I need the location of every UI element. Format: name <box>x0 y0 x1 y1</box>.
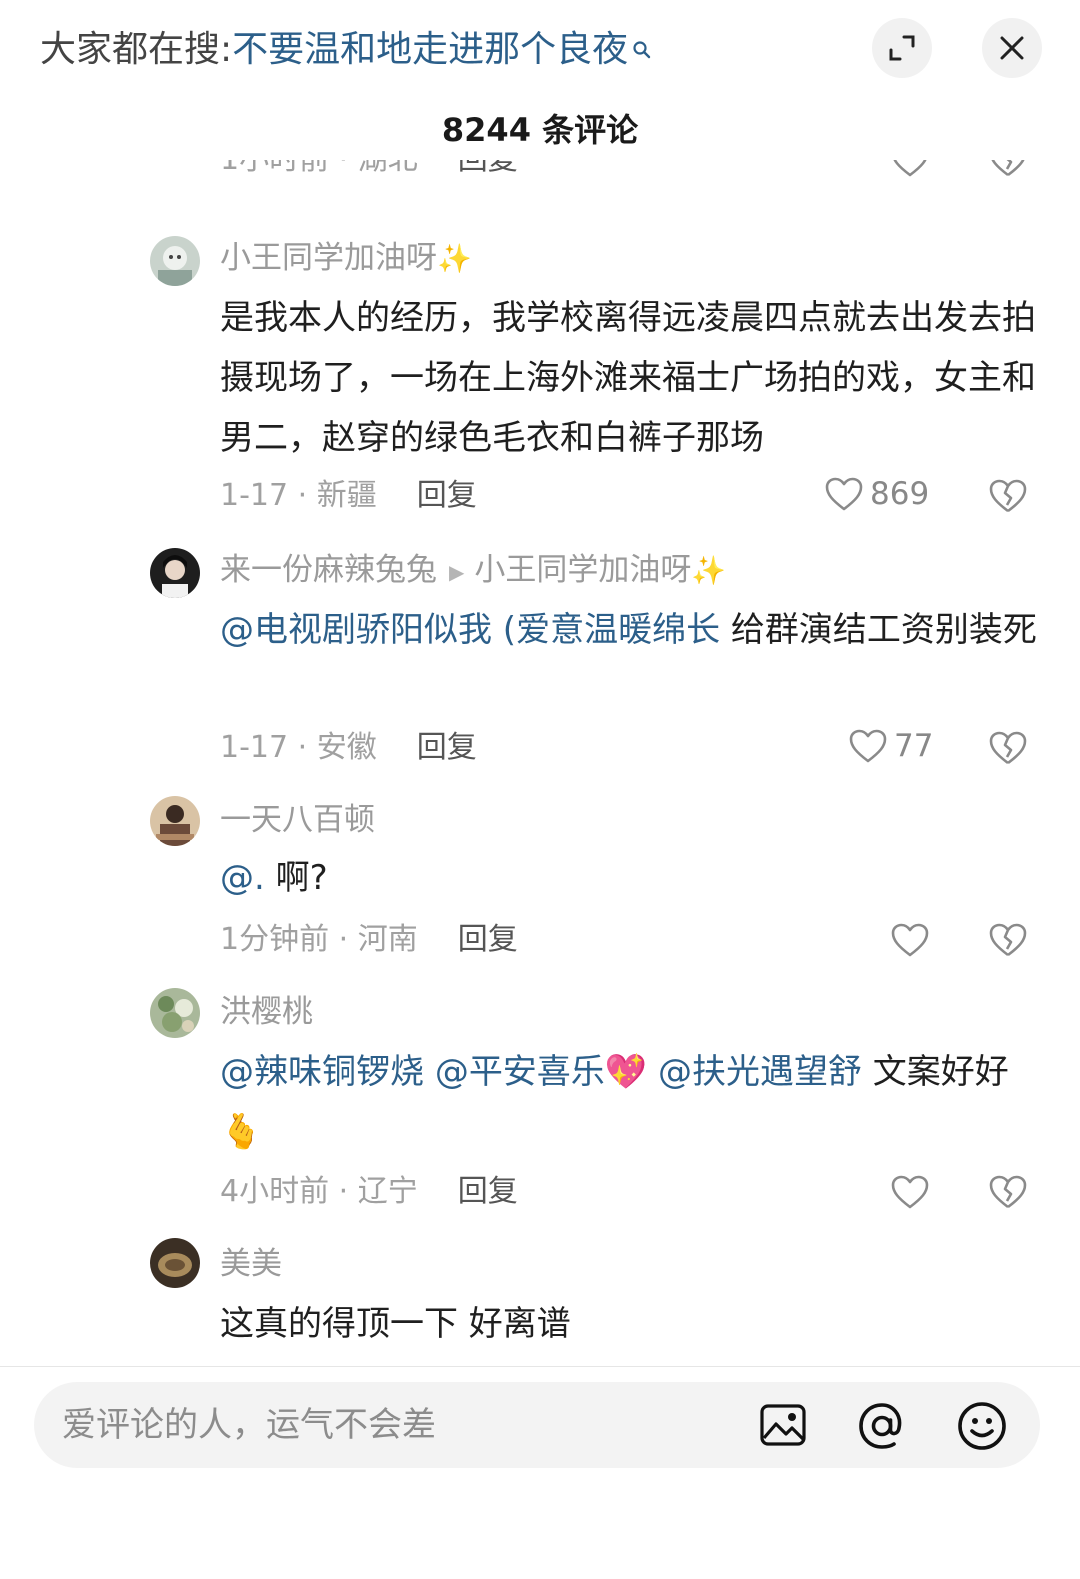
author-name: 一天八百顿 <box>220 802 375 838</box>
mention-link[interactable]: @辣味铜锣烧 <box>220 1052 424 1092</box>
reply-button[interactable]: 回复 <box>458 922 518 957</box>
close-button[interactable] <box>982 18 1042 78</box>
emoji-button[interactable] <box>956 1400 1008 1456</box>
comment-count-title: 8244 条评论 <box>441 111 639 149</box>
like-count: 77 <box>894 728 934 764</box>
mention-button[interactable] <box>856 1400 908 1456</box>
heart-outline-icon <box>893 160 927 177</box>
heart-outline-icon <box>891 1175 929 1209</box>
dislike-button[interactable] <box>988 922 1028 962</box>
finger-heart-emoji: 🫰 <box>220 1112 263 1152</box>
broken-heart-icon <box>989 479 1027 513</box>
bottom-safe-area <box>0 1500 1080 1579</box>
time-location: 1-17 · 安徽 <box>220 730 377 765</box>
dislike-button[interactable] <box>988 1174 1028 1214</box>
broken-heart-icon <box>989 923 1027 957</box>
mention-link[interactable]: @. <box>220 858 265 898</box>
sparkles-emoji: ✨ <box>437 242 472 275</box>
divider <box>0 1366 1080 1367</box>
dislike-button[interactable] <box>988 478 1028 518</box>
comment-meta: 1小时前 · 湖北 回复 <box>220 160 518 180</box>
broken-heart-icon <box>989 1175 1027 1209</box>
comment-author[interactable]: 美美 <box>220 1244 282 1284</box>
search-icon <box>632 26 652 74</box>
dislike-button[interactable] <box>988 160 1028 182</box>
like-button[interactable]: 869 <box>824 476 929 512</box>
comment-text: @电视剧骄阳似我 (爱意温暖绵长 给群演结工资别装死 <box>220 600 1040 660</box>
comment-text: 这真的得顶一下 好离谱 <box>220 1304 571 1344</box>
expand-icon <box>889 35 915 61</box>
like-button[interactable] <box>890 1174 930 1214</box>
mention-link[interactable]: @平安喜乐 <box>435 1052 605 1092</box>
search-suggestion[interactable]: 大家都在搜:不要温和地走进那个良夜 <box>40 26 652 74</box>
avatar[interactable] <box>150 988 200 1038</box>
author-name: 洪樱桃 <box>220 994 313 1030</box>
comment-meta: 1-17 · 新疆 回复 <box>220 476 477 516</box>
heart-outline-icon <box>849 729 887 763</box>
comment-meta: 1分钟前 · 河南 回复 <box>220 920 518 960</box>
search-query-link[interactable]: 不要温和地走进那个良夜 <box>232 29 628 70</box>
time-location: 4小时前 · 辽宁 <box>220 1174 418 1209</box>
time-location: 1分钟前 · 河南 <box>220 922 418 957</box>
comment-text-rest: 给群演结工资别装死 <box>720 610 1037 650</box>
time-location: 1-17 · 新疆 <box>220 478 377 513</box>
reply-arrow-icon: ▶ <box>449 559 465 584</box>
comment-text: @. 啊? <box>220 848 1040 908</box>
comment-author[interactable]: 来一份麻辣兔兔 ▶ 小王同学加油呀✨ <box>220 550 726 592</box>
reply-button[interactable]: 回复 <box>458 160 518 177</box>
comment-author[interactable]: 小王同学加油呀✨ <box>220 238 472 279</box>
image-button[interactable] <box>758 1400 808 1454</box>
heart-outline-icon <box>825 477 863 511</box>
top-bar: 大家都在搜:不要温和地走进那个良夜 <box>0 0 1080 100</box>
like-button[interactable] <box>890 922 930 962</box>
sparkling-heart-emoji: 💖 <box>604 1052 648 1092</box>
reply-button[interactable]: 回复 <box>458 1174 518 1209</box>
reply-to-name[interactable]: 小王同学加油呀 <box>474 552 691 588</box>
sparkles-emoji: ✨ <box>691 554 727 587</box>
comment-text-rest: 文案好好 <box>861 1052 1009 1092</box>
comment-text: 是我本人的经历，我学校离得远凌晨四点就去出发去拍摄现场了，一场在上海外滩来福士广… <box>220 298 1036 458</box>
comment-text-rest: 啊? <box>264 858 328 898</box>
comment-author[interactable]: 洪樱桃 <box>220 992 313 1032</box>
dislike-button[interactable] <box>988 730 1028 770</box>
broken-heart-icon <box>989 731 1027 765</box>
comment-input-bar[interactable]: 爱评论的人，运气不会差 <box>34 1382 1040 1468</box>
reply-button[interactable]: 回复 <box>417 478 477 513</box>
comment-text: @辣味铜锣烧 @平安喜乐💖 @扶光遇望舒 文案好好 🫰 <box>220 1042 1040 1162</box>
comment-meta: 1-17 · 安徽 回复 <box>220 728 477 768</box>
smiley-icon <box>958 1402 1006 1450</box>
heart-outline-icon <box>891 923 929 957</box>
like-count: 869 <box>870 476 930 512</box>
avatar[interactable] <box>150 796 200 846</box>
time-location: 1小时前 · 湖北 <box>220 160 418 177</box>
expand-button[interactable] <box>872 18 932 78</box>
comment-list[interactable]: 1小时前 · 湖北回复 小王同学加油呀✨ 是我本人的经历，我学校离得远凌晨四点就… <box>0 160 1080 1366</box>
like-button[interactable] <box>890 160 930 182</box>
broken-heart-icon <box>991 160 1025 177</box>
author-name: 美美 <box>220 1246 282 1282</box>
avatar[interactable] <box>150 236 200 286</box>
search-prefix: 大家都在搜: <box>40 29 233 70</box>
comment-input[interactable]: 爱评论的人，运气不会差 <box>62 1402 436 1448</box>
avatar[interactable] <box>150 1238 200 1288</box>
comment-meta: 4小时前 · 辽宁 回复 <box>220 1172 518 1212</box>
reply-button[interactable]: 回复 <box>417 730 477 765</box>
close-icon <box>1000 36 1024 60</box>
image-icon <box>760 1404 806 1446</box>
at-icon <box>859 1403 902 1449</box>
comment-author[interactable]: 一天八百顿 <box>220 800 375 840</box>
like-button[interactable]: 77 <box>848 728 933 764</box>
avatar[interactable] <box>150 548 200 598</box>
author-name: 来一份麻辣兔兔 <box>220 552 437 588</box>
mention-link[interactable]: @电视剧骄阳似我 (爱意温暖绵长 <box>220 610 720 650</box>
mention-link[interactable]: @扶光遇望舒 <box>658 1052 862 1092</box>
author-name: 小王同学加油呀 <box>220 240 437 276</box>
